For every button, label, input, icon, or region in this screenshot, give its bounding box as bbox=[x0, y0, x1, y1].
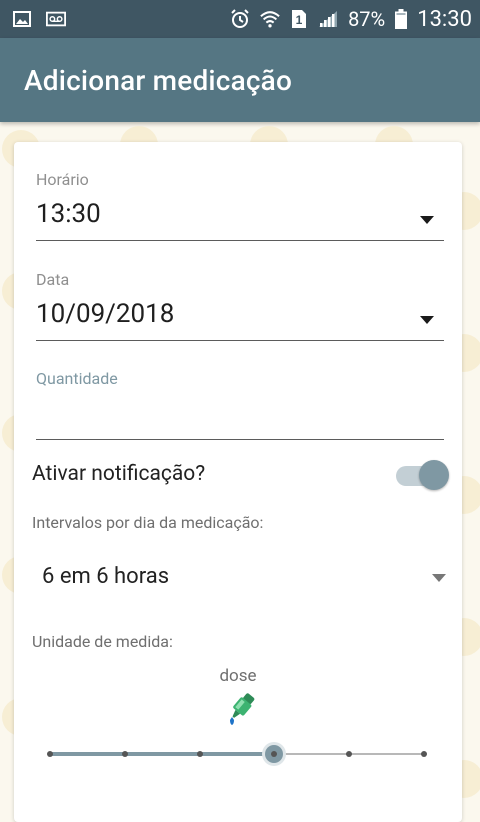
time-field[interactable]: Horário 13:30 bbox=[36, 170, 444, 241]
time-label: Horário bbox=[36, 170, 89, 189]
unit-selected-name: dose bbox=[219, 666, 257, 686]
notification-toggle[interactable] bbox=[396, 460, 452, 490]
slider-tick[interactable] bbox=[421, 751, 427, 757]
quantity-input[interactable] bbox=[36, 398, 444, 430]
quantity-label: Quantidade bbox=[36, 369, 118, 388]
signal-icon bbox=[318, 9, 338, 29]
svg-text:1: 1 bbox=[296, 13, 303, 27]
dropper-icon bbox=[221, 690, 261, 730]
notification-row: Ativar notificação? bbox=[32, 460, 452, 490]
wifi-icon bbox=[260, 9, 280, 29]
date-dropdown-icon[interactable] bbox=[420, 316, 434, 324]
interval-dropdown-icon[interactable] bbox=[432, 574, 446, 582]
voicemail-icon bbox=[46, 9, 66, 29]
quantity-field[interactable]: Quantidade bbox=[36, 369, 444, 440]
unit-label: Unidade de medida: bbox=[32, 632, 173, 651]
alarm-icon bbox=[230, 9, 250, 29]
time-dropdown-icon[interactable] bbox=[420, 216, 434, 224]
battery-icon bbox=[395, 9, 408, 29]
slider-tick[interactable] bbox=[346, 751, 352, 757]
interval-label: Intervalos por dia da medicação: bbox=[32, 513, 264, 532]
interval-select[interactable]: 6 em 6 horas bbox=[42, 564, 446, 589]
page-title: Adicionar medicação bbox=[24, 63, 293, 97]
date-label: Data bbox=[36, 270, 70, 289]
time-value[interactable]: 13:30 bbox=[36, 199, 444, 229]
app-bar: Adicionar medicação bbox=[0, 38, 480, 122]
date-value[interactable]: 10/09/2018 bbox=[36, 299, 444, 329]
status-bar: 1 87% 13:30 bbox=[0, 0, 480, 38]
sim-icon: 1 bbox=[290, 9, 308, 29]
notification-label: Ativar notificação? bbox=[32, 462, 206, 486]
medication-form-card: Horário 13:30 Data 10/09/2018 Quantidade… bbox=[14, 142, 462, 822]
unit-slider[interactable] bbox=[47, 744, 427, 764]
interval-value[interactable]: 6 em 6 horas bbox=[42, 564, 446, 589]
date-field[interactable]: Data 10/09/2018 bbox=[36, 270, 444, 341]
clock: 13:30 bbox=[417, 6, 472, 32]
slider-tick[interactable] bbox=[47, 751, 53, 757]
slider-tick[interactable] bbox=[122, 751, 128, 757]
battery-percent: 87% bbox=[348, 7, 386, 31]
slider-tick[interactable] bbox=[197, 751, 203, 757]
image-icon bbox=[12, 9, 32, 29]
slider-handle[interactable] bbox=[265, 745, 283, 763]
